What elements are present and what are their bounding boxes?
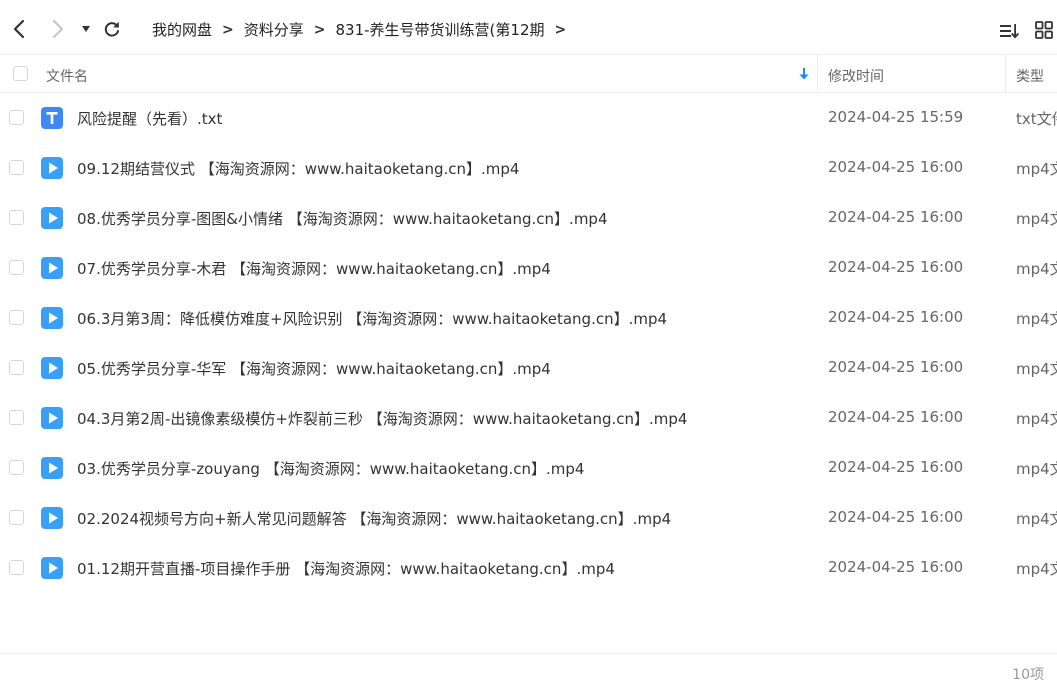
file-row[interactable]: 03.优秀学员分享-zouyang 【海淘资源网：www.haitaoketan… <box>0 443 1057 493</box>
grid-view-icon <box>1035 21 1053 39</box>
video-file-icon <box>41 357 63 379</box>
file-type: mp4文件 <box>1016 360 1057 378</box>
file-name[interactable]: 04.3月第2周-出镜像素级模仿+炸裂前三秒 【海淘资源网：www.haitao… <box>77 408 687 429</box>
file-modified-time: 2024-04-25 16:00 <box>828 458 964 476</box>
row-checkbox[interactable] <box>9 560 24 575</box>
breadcrumb: 我的网盘 > 资料分享 > 831-养生号带货训练营(第12期 > <box>152 19 576 40</box>
back-button[interactable] <box>9 18 29 40</box>
row-checkbox[interactable] <box>9 210 24 225</box>
chevron-right-icon <box>52 19 64 39</box>
history-dropdown-button[interactable] <box>78 18 94 40</box>
file-modified-time: 2024-04-25 16:00 <box>828 558 964 576</box>
file-row[interactable]: 05.优秀学员分享-华军 【海淘资源网：www.haitaoketang.cn】… <box>0 343 1057 393</box>
file-type: mp4文件 <box>1016 510 1057 528</box>
file-name[interactable]: 03.优秀学员分享-zouyang 【海淘资源网：www.haitaoketan… <box>77 458 584 479</box>
column-header-type[interactable]: 类型 <box>1016 66 1044 86</box>
row-checkbox[interactable] <box>9 360 24 375</box>
video-file-icon <box>41 557 63 579</box>
breadcrumb-item[interactable]: 我的网盘 <box>152 19 212 40</box>
sort-button[interactable] <box>998 20 1020 42</box>
column-divider[interactable] <box>817 55 818 93</box>
video-file-icon <box>41 507 63 529</box>
file-name[interactable]: 02.2024视频号方向+新人常见问题解答 【海淘资源网：www.haitaok… <box>77 508 671 529</box>
file-type: mp4文件 <box>1016 310 1057 328</box>
sort-list-icon <box>1000 24 1020 39</box>
column-header-name[interactable]: 文件名 <box>46 66 88 86</box>
caret-down-icon <box>82 26 90 32</box>
row-checkbox[interactable] <box>9 510 24 525</box>
refresh-button[interactable] <box>102 18 122 40</box>
file-modified-time: 2024-04-25 16:00 <box>828 408 964 426</box>
row-checkbox[interactable] <box>9 410 24 425</box>
breadcrumb-item[interactable]: 资料分享 <box>244 19 304 40</box>
row-checkbox[interactable] <box>9 310 24 325</box>
video-file-icon <box>41 307 63 329</box>
file-modified-time: 2024-04-25 16:00 <box>828 358 964 376</box>
file-type: txt文件 <box>1016 110 1057 128</box>
file-row[interactable]: 风险提醒（先看）.txt 2024-04-25 15:59 txt文件 <box>0 93 1057 143</box>
file-type: mp4文件 <box>1016 460 1057 478</box>
file-modified-time: 2024-04-25 16:00 <box>828 208 964 226</box>
breadcrumb-separator: > <box>313 21 326 38</box>
file-type: mp4文件 <box>1016 560 1057 578</box>
video-file-icon <box>41 407 63 429</box>
video-file-icon <box>41 157 63 179</box>
file-type: mp4文件 <box>1016 160 1057 178</box>
file-row[interactable]: 02.2024视频号方向+新人常见问题解答 【海淘资源网：www.haitaok… <box>0 493 1057 543</box>
file-row[interactable]: 08.优秀学员分享-图图&小情绪 【海淘资源网：www.haitaoketang… <box>0 193 1057 243</box>
row-checkbox[interactable] <box>9 160 24 175</box>
file-name[interactable]: 05.优秀学员分享-华军 【海淘资源网：www.haitaoketang.cn】… <box>77 358 551 379</box>
row-checkbox[interactable] <box>9 260 24 275</box>
file-row[interactable]: 01.12期开营直播-项目操作手册 【海淘资源网：www.haitaoketan… <box>0 543 1057 593</box>
item-count: 10项 <box>1012 667 1044 683</box>
file-name[interactable]: 07.优秀学员分享-木君 【海淘资源网：www.haitaoketang.cn】… <box>77 258 551 279</box>
file-modified-time: 2024-04-25 16:00 <box>828 258 964 276</box>
breadcrumb-separator: > <box>222 21 234 38</box>
file-name[interactable]: 06.3月第3周：降低模仿难度+风险识别 【海淘资源网：www.haitaoke… <box>77 308 667 329</box>
status-bar: 10项 <box>0 653 1057 684</box>
file-modified-time: 2024-04-25 15:59 <box>828 108 964 126</box>
select-all-checkbox[interactable] <box>13 66 28 81</box>
forward-button[interactable] <box>48 18 68 40</box>
sort-down-arrow-icon[interactable] <box>798 66 810 82</box>
file-modified-time: 2024-04-25 16:00 <box>828 308 964 326</box>
file-row[interactable]: 06.3月第3周：降低模仿难度+风险识别 【海淘资源网：www.haitaoke… <box>0 293 1057 343</box>
video-file-icon <box>41 257 63 279</box>
file-modified-time: 2024-04-25 16:00 <box>828 158 964 176</box>
file-name[interactable]: 08.优秀学员分享-图图&小情绪 【海淘资源网：www.haitaoketang… <box>77 208 608 229</box>
file-row[interactable]: 09.12期结营仪式 【海淘资源网：www.haitaoketang.cn】.m… <box>0 143 1057 193</box>
column-header-modified[interactable]: 修改时间 <box>828 66 884 86</box>
breadcrumb-separator[interactable]: > <box>554 22 566 38</box>
file-modified-time: 2024-04-25 16:00 <box>828 508 964 526</box>
file-type: mp4文件 <box>1016 210 1057 228</box>
grid-view-button[interactable] <box>1034 20 1056 42</box>
text-file-icon <box>41 107 63 129</box>
file-list-header: 文件名 修改时间 类型 <box>0 55 1057 93</box>
file-row[interactable]: 04.3月第2周-出镜像素级模仿+炸裂前三秒 【海淘资源网：www.haitao… <box>0 393 1057 443</box>
refresh-icon <box>104 21 119 37</box>
file-name[interactable]: 09.12期结营仪式 【海淘资源网：www.haitaoketang.cn】.m… <box>77 158 519 179</box>
file-type: mp4文件 <box>1016 260 1057 278</box>
file-type: mp4文件 <box>1016 410 1057 428</box>
file-row[interactable]: 07.优秀学员分享-木君 【海淘资源网：www.haitaoketang.cn】… <box>0 243 1057 293</box>
chevron-left-icon <box>13 19 25 39</box>
top-toolbar: 我的网盘 > 资料分享 > 831-养生号带货训练营(第12期 > <box>0 0 1057 55</box>
file-name[interactable]: 风险提醒（先看）.txt <box>77 108 222 129</box>
video-file-icon <box>41 457 63 479</box>
video-file-icon <box>41 207 63 229</box>
file-name[interactable]: 01.12期开营直播-项目操作手册 【海淘资源网：www.haitaoketan… <box>77 558 615 579</box>
breadcrumb-item-current[interactable]: 831-养生号带货训练营(第12期 <box>336 19 545 40</box>
row-checkbox[interactable] <box>9 460 24 475</box>
column-divider[interactable] <box>1005 55 1006 93</box>
row-checkbox[interactable] <box>9 110 24 125</box>
